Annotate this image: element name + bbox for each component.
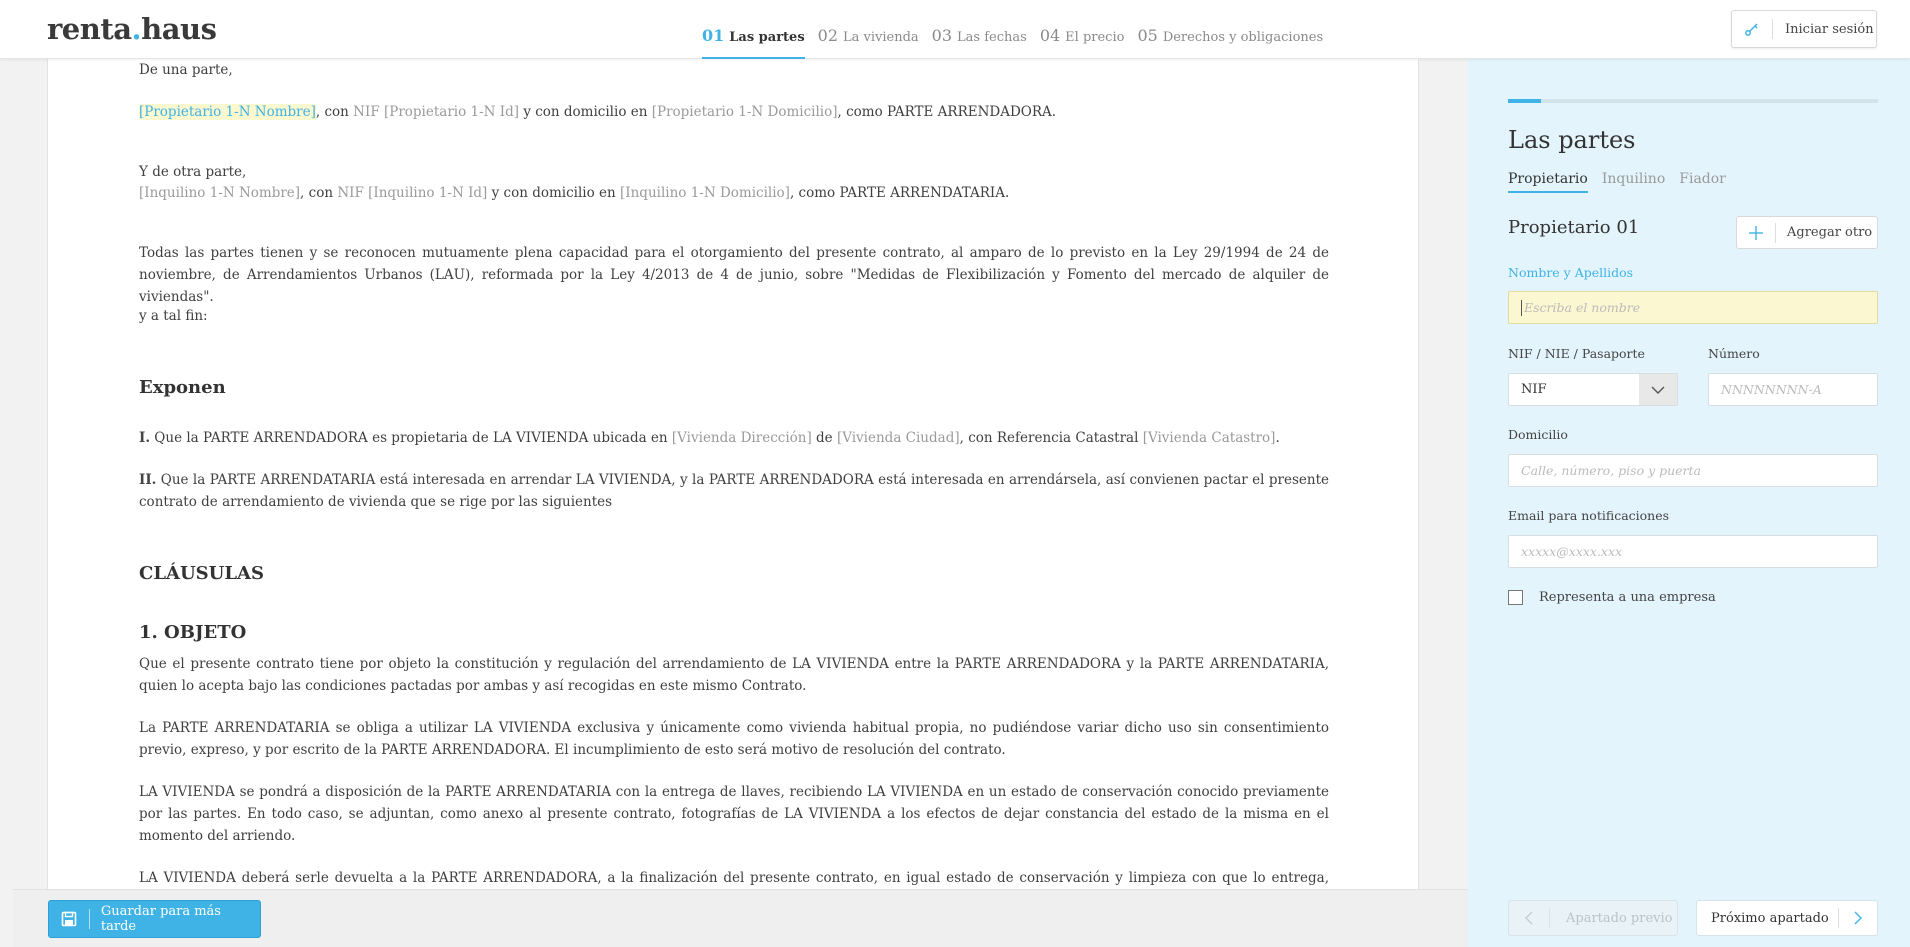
doc-intro: De una parte,: [139, 62, 233, 78]
doc-expose-2: II. Que la PARTE ARRENDATARIA está inter…: [139, 472, 1329, 510]
company-checkbox-row[interactable]: Representa a una empresa: [1508, 590, 1716, 605]
subtab-fiador[interactable]: Fiador: [1679, 171, 1726, 193]
doc-other-part: Y de otra parte,: [139, 164, 247, 180]
party-subtabs: Propietario Inquilino Fiador: [1508, 171, 1740, 193]
next-section-button[interactable]: Próximo apartado: [1696, 900, 1878, 936]
document-number-input[interactable]: NNNNNNNN-A: [1708, 373, 1878, 406]
divider: [88, 909, 90, 929]
logo[interactable]: renta.haus: [47, 12, 217, 46]
name-input[interactable]: Escriba el nombre: [1508, 291, 1878, 324]
company-checkbox[interactable]: [1508, 590, 1523, 605]
doc-owner-paragraph: [Propietario 1-N Nombre], con NIF [Propi…: [139, 104, 1057, 120]
panel-title: Las partes: [1508, 126, 1636, 154]
top-header: renta.haus 01 Las partes 02 La vivienda …: [0, 0, 1910, 59]
login-button[interactable]: Iniciar sesión: [1731, 10, 1877, 48]
doc-objeto-1: Que el presente contrato tiene por objet…: [139, 656, 1329, 694]
doc-tenant-paragraph: [Inquilino 1-N Nombre], con NIF [Inquili…: [139, 185, 1010, 201]
save-for-later-button[interactable]: Guardar para más tarde: [48, 900, 261, 938]
doc-to-that-end: y a tal fin:: [139, 308, 208, 324]
address-label: Domicilio: [1508, 427, 1568, 442]
subtab-inquilino[interactable]: Inquilino: [1602, 171, 1665, 193]
doc-expose-1: I. Que la PARTE ARRENDADORA es propietar…: [139, 430, 1280, 446]
previous-section-button[interactable]: Apartado previo: [1508, 900, 1678, 936]
progress-bar-fill: [1508, 99, 1542, 103]
dwelling-city-placeholder: [Vivienda Ciudad]: [836, 430, 960, 446]
owner-section-title: Propietario 01: [1508, 217, 1640, 238]
section-title-exponen: Exponen: [139, 377, 226, 398]
chevron-down-icon: [1639, 374, 1677, 405]
step-las-fechas[interactable]: 03 Las fechas: [932, 0, 1027, 59]
key-icon: [1732, 22, 1772, 36]
text-caret: [1521, 299, 1522, 316]
divider: [1549, 908, 1550, 928]
doc-capacity-paragraph: Todas las partes tienen y se reconocen m…: [139, 245, 1329, 305]
divider: [1775, 222, 1776, 243]
owner-address-placeholder: [Propietario 1-N Domicilio]: [651, 104, 838, 120]
doc-objeto-3: LA VIVIENDA se pondrá a disposición de l…: [139, 784, 1329, 844]
section-title-clausulas: CLÁUSULAS: [139, 563, 264, 584]
address-input[interactable]: Calle, número, piso y puerta: [1508, 454, 1878, 487]
form-panel: Las partes Propietario Inquilino Fiador …: [1468, 59, 1910, 947]
step-el-precio[interactable]: 04 El precio: [1040, 0, 1125, 59]
doc-type-label: NIF / NIE / Pasaporte: [1508, 346, 1645, 361]
add-owner-button[interactable]: Agregar otro: [1736, 216, 1878, 249]
step-navigation: 01 Las partes 02 La vivienda 03 Las fech…: [702, 0, 1336, 59]
dwelling-address-placeholder: [Vivienda Dirección]: [671, 430, 812, 446]
dwelling-cadastre-placeholder: [Vivienda Catastro]: [1142, 430, 1276, 446]
progress-bar: [1508, 99, 1878, 103]
owner-id-placeholder: [Propietario 1-N Id]: [383, 104, 520, 120]
tenant-id-placeholder: [Inquilino 1-N Id]: [368, 185, 488, 201]
doc-type-select[interactable]: NIF: [1508, 373, 1678, 406]
step-las-partes[interactable]: 01 Las partes: [702, 0, 805, 59]
email-label: Email para notificaciones: [1508, 508, 1670, 523]
subtab-propietario[interactable]: Propietario: [1508, 171, 1588, 193]
chevron-right-icon: [1839, 911, 1877, 925]
step-derechos-obligaciones[interactable]: 05 Derechos y obligaciones: [1137, 0, 1323, 59]
email-input[interactable]: xxxxx@xxxx.xxx: [1508, 535, 1878, 568]
floppy-disk-icon: [49, 911, 89, 927]
contract-document: De una parte, [Propietario 1-N Nombre], …: [47, 59, 1419, 889]
tenant-address-placeholder: [Inquilino 1-N Domicilio]: [620, 185, 790, 201]
number-label: Número: [1708, 346, 1760, 361]
section-title-objeto: 1. OBJETO: [139, 622, 247, 643]
chevron-left-icon: [1509, 911, 1549, 925]
owner-name-placeholder[interactable]: [Propietario 1-N Nombre]: [139, 104, 316, 120]
divider: [1772, 19, 1773, 39]
doc-objeto-4: LA VIVIENDA deberá serle devuelta a la P…: [139, 870, 1329, 886]
step-la-vivienda[interactable]: 02 La vivienda: [818, 0, 919, 59]
plus-icon: [1737, 225, 1775, 240]
tenant-name-placeholder: [Inquilino 1-N Nombre]: [139, 185, 301, 201]
name-label: Nombre y Apellidos: [1508, 265, 1634, 280]
doc-objeto-2: La PARTE ARRENDATARIA se obliga a utiliz…: [139, 720, 1329, 758]
